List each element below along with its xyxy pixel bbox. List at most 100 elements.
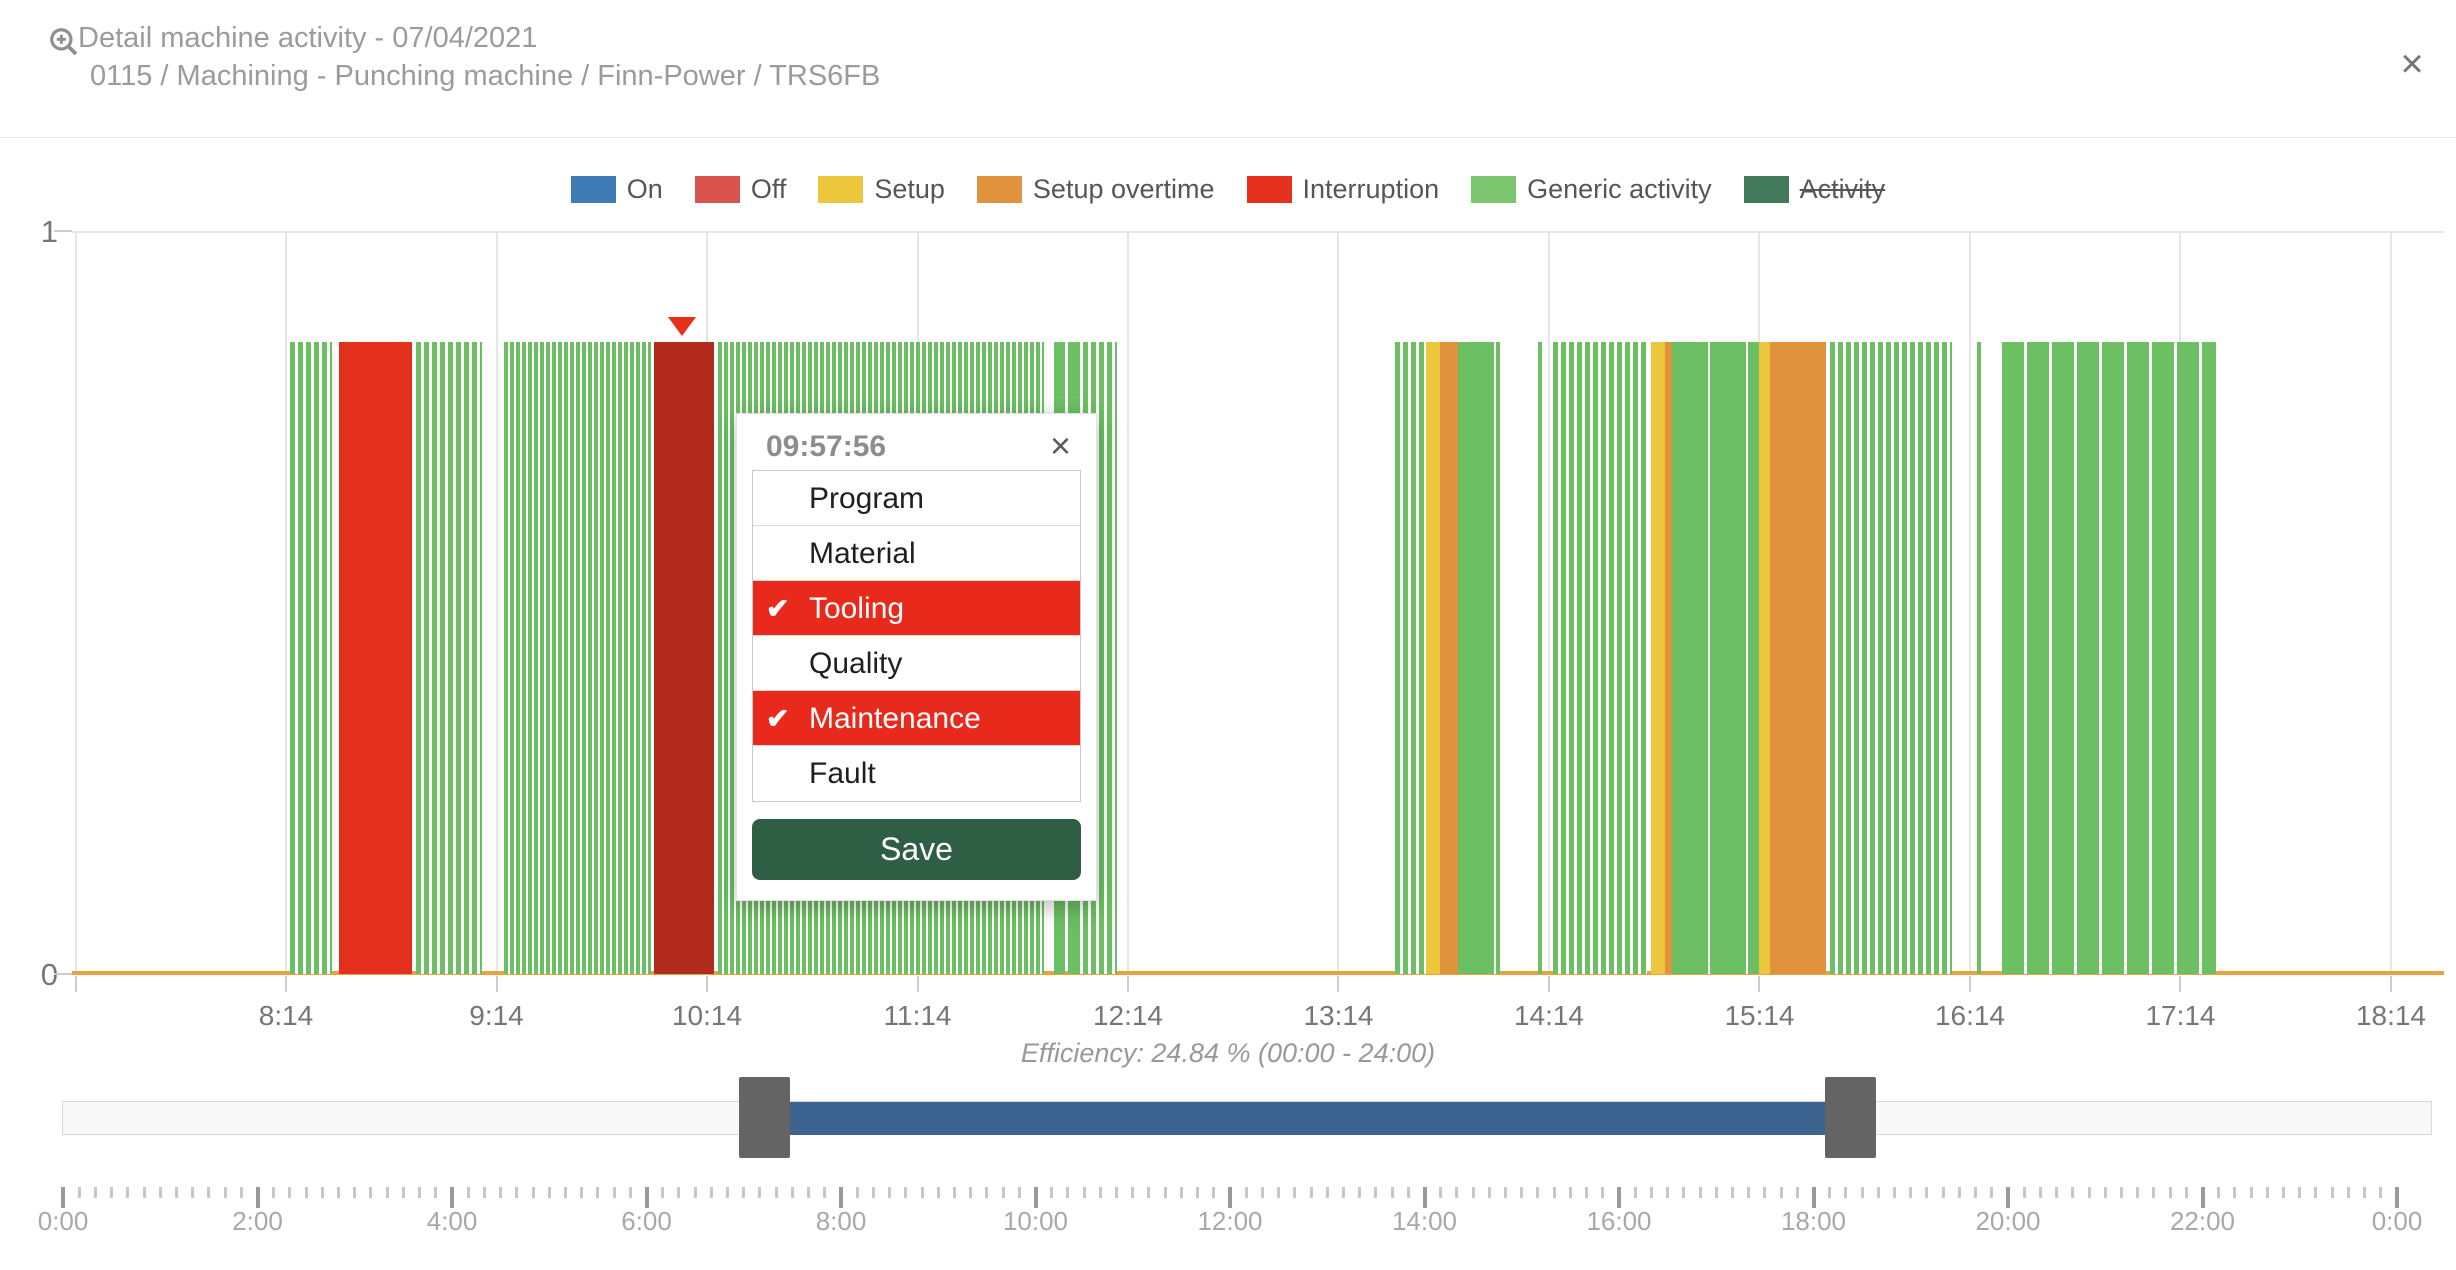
gridline-top — [72, 231, 2444, 233]
ruler-minor-tick — [1957, 1187, 1961, 1198]
ruler-minor-tick — [1666, 1187, 1670, 1198]
category-option-maintenance[interactable]: ✔ Maintenance — [753, 691, 1080, 746]
ruler-minor-tick — [2379, 1187, 2383, 1198]
category-option-label: Maintenance — [809, 702, 981, 735]
chart-legend: On Off Setup Setup overtime Interruption Gene… — [0, 174, 2456, 205]
x-axis-tick — [1758, 976, 1761, 992]
ruler-minor-tick — [790, 1187, 794, 1198]
category-list: Program Material ✔ Tooling Quality ✔ Maintenan… — [752, 470, 1081, 802]
category-option-quality[interactable]: Quality — [753, 636, 1080, 691]
category-option-material[interactable]: Material — [753, 526, 1080, 581]
ruler-minor-tick — [223, 1187, 227, 1198]
ruler-label: 22:00 — [2169, 1206, 2236, 1236]
range-slider-left-handle[interactable] — [739, 1077, 791, 1158]
x-axis-label: 16:14 — [1934, 1000, 2006, 1031]
legend-item-interruption[interactable]: Interruption — [1246, 174, 1439, 205]
page-title: Detail machine activity - 07/04/2021 — [78, 22, 538, 54]
ruler-minor-tick — [466, 1187, 470, 1198]
ruler-minor-tick — [1714, 1187, 1718, 1198]
activity-segment-setup[interactable] — [1650, 342, 1665, 974]
activity-segment-generic[interactable] — [503, 342, 651, 974]
x-axis-tick — [74, 976, 77, 992]
activity-segment-setup[interactable] — [1426, 342, 1441, 974]
x-axis-label: 9:14 — [469, 1000, 524, 1031]
x-axis-tick — [1337, 976, 1340, 992]
activity-segment-interruption-marked[interactable] — [654, 342, 715, 974]
ruler-minor-tick — [677, 1187, 681, 1198]
legend-item-on[interactable]: On — [570, 174, 663, 205]
activity-segment-generic[interactable] — [415, 342, 483, 974]
ruler-minor-tick — [1471, 1187, 1475, 1198]
legend-item-generic-activity[interactable]: Generic activity — [1471, 174, 1712, 205]
ruler-minor-tick — [547, 1187, 551, 1198]
ruler-minor-tick — [1406, 1187, 1410, 1198]
activity-segment-setup-overtime[interactable] — [1664, 342, 1672, 974]
range-slider-right-handle[interactable] — [1825, 1077, 1877, 1158]
activity-segment-generic[interactable] — [1394, 342, 1427, 974]
ruler-minor-tick — [418, 1187, 422, 1198]
legend-item-activity[interactable]: Activity — [1743, 174, 1885, 205]
category-option-tooling[interactable]: ✔ Tooling — [753, 581, 1080, 636]
check-icon: ✔ — [766, 593, 790, 624]
ruler-minor-tick — [2233, 1187, 2237, 1198]
legend-swatch-icon — [570, 176, 616, 203]
machine-breadcrumb: 0115 / Machining - Punching machine / Fi… — [90, 60, 881, 92]
activity-segment-generic[interactable] — [1977, 342, 1981, 974]
popup-close-icon[interactable]: × — [1050, 426, 1071, 466]
ruler-minor-tick — [304, 1187, 308, 1198]
ruler-major-tick — [61, 1187, 65, 1208]
ruler-label: 8:00 — [815, 1206, 867, 1236]
ruler-minor-tick — [888, 1187, 892, 1198]
ruler-minor-tick — [1909, 1187, 1913, 1198]
legend-item-setup[interactable]: Setup — [818, 174, 945, 205]
activity-segment-generic[interactable] — [1552, 342, 1648, 974]
zoom-in-icon — [48, 26, 80, 58]
ruler-minor-tick — [1633, 1187, 1637, 1198]
activity-segment-setup[interactable] — [1759, 342, 1770, 974]
save-button[interactable]: Save — [752, 819, 1081, 880]
ruler-minor-tick — [1828, 1187, 1832, 1198]
ruler-minor-tick — [288, 1187, 292, 1198]
ruler-minor-tick — [1001, 1187, 1005, 1198]
activity-segment-generic[interactable] — [1671, 342, 1760, 974]
ruler-minor-tick — [2330, 1187, 2334, 1198]
ruler-major-tick — [255, 1187, 260, 1208]
ruler-minor-tick — [110, 1187, 114, 1198]
activity-segment-generic[interactable] — [289, 342, 332, 974]
category-option-fault[interactable]: Fault — [753, 746, 1080, 801]
activity-segment-generic[interactable] — [1829, 342, 1953, 974]
ruler-minor-tick — [612, 1187, 616, 1198]
ruler-label: 6:00 — [621, 1206, 672, 1236]
ruler-minor-tick — [661, 1187, 665, 1198]
ruler-minor-tick — [142, 1187, 146, 1198]
ruler-minor-tick — [758, 1187, 762, 1198]
activity-segment-setup-overtime[interactable] — [1440, 342, 1458, 974]
legend-item-off[interactable]: Off — [694, 174, 786, 205]
activity-segment-generic[interactable] — [1457, 342, 1500, 974]
activity-segment-interruption[interactable] — [338, 342, 413, 974]
ruler-minor-tick — [158, 1187, 162, 1198]
x-axis-label: 8:14 — [258, 1000, 314, 1031]
ruler-minor-tick — [320, 1187, 324, 1198]
gridline-vertical — [1968, 231, 1971, 974]
x-axis-label: 15:14 — [1724, 1000, 1795, 1031]
x-axis-tick — [916, 976, 919, 992]
ruler-label: 18:00 — [1780, 1206, 1847, 1236]
activity-segment-generic[interactable] — [1538, 342, 1542, 974]
activity-segment-setup-overtime[interactable] — [1770, 342, 1827, 974]
ruler-minor-tick — [920, 1187, 924, 1198]
ruler-major-tick — [1422, 1187, 1427, 1208]
ruler-minor-tick — [969, 1187, 973, 1198]
check-icon: ✔ — [766, 703, 790, 734]
ruler-minor-tick — [434, 1187, 438, 1198]
category-option-program[interactable]: Program — [753, 471, 1080, 526]
gridline-vertical — [1126, 231, 1129, 974]
ruler-label: 16:00 — [1586, 1206, 1652, 1236]
legend-item-setup-overtime[interactable]: Setup overtime — [976, 174, 1215, 205]
range-slider-selection[interactable] — [764, 1102, 1851, 1135]
ruler-minor-tick — [709, 1187, 713, 1198]
category-option-label: Material — [809, 537, 916, 570]
ruler-minor-tick — [1115, 1187, 1119, 1198]
dialog-close-icon[interactable]: × — [2390, 42, 2434, 86]
activity-segment-generic[interactable] — [2001, 342, 2216, 974]
